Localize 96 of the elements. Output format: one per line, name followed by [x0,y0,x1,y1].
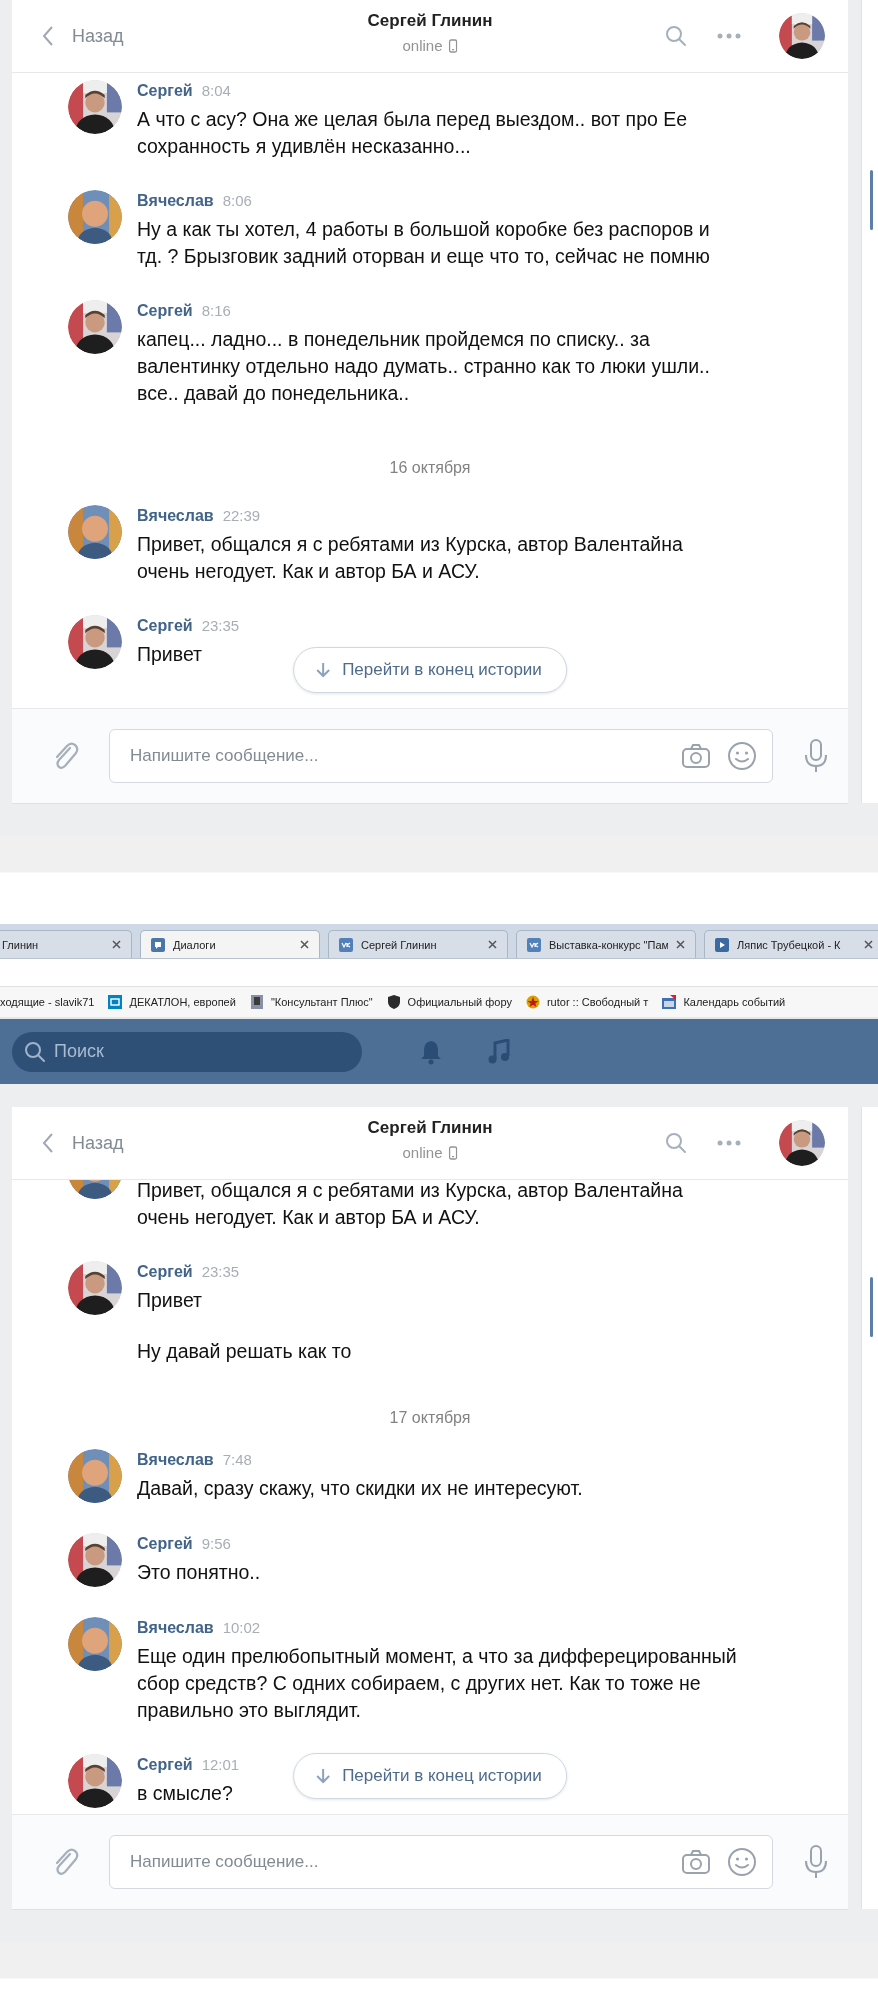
contact-name[interactable]: Сергей Глинин [367,11,493,31]
tab-title: Выставка-конкурс "Пам [549,938,668,951]
bookmark[interactable]: ДЕКАТЛОН, европей [108,995,236,1009]
more-icon[interactable] [717,1140,741,1146]
search-icon[interactable] [665,25,687,47]
microphone-icon[interactable] [803,738,829,774]
bookmark[interactable]: rutor :: Свободный т [525,995,649,1009]
bookmark[interactable]: ходящие - slavik71 [0,996,95,1008]
smiley-icon[interactable] [727,741,757,771]
message-text: Привет, общался я с ребятами из Курска, автор Валентайна очень негодует. Как и автор БА и АСУ. [137,532,684,584]
author-name[interactable]: Сергей [137,1756,193,1774]
message-input[interactable]: Напишите сообщение... [109,729,773,783]
author-name[interactable]: Вячеслав [137,1451,214,1469]
close-icon[interactable] [864,940,873,949]
message-text: капец... ладно... в понедельник пройдемся по списку.. за валентинку отдельно надо думать.. странно как то люки ушли.. все.. давай до понедельника.. [137,327,711,406]
browser-tab[interactable]: Диалоги [140,930,320,958]
close-icon[interactable] [112,940,121,949]
message-text: Давай, сразу скажу, что скидки их не интересуют. [137,1476,583,1501]
tab-title: Сергей Глинин [361,938,438,951]
bookmark-icon [249,995,264,1009]
date-divider: 17 октября [388,1408,472,1428]
message-time: 9:56 [201,1535,231,1552]
author-name[interactable]: Сергей [137,82,193,100]
message-text: Это понятно.. [137,1560,261,1585]
camera-icon[interactable] [681,743,711,769]
arrow-down-icon [316,1768,331,1784]
message-time: 8:04 [201,82,231,99]
search-icon [24,1040,46,1063]
message-time: 8:06 [222,192,252,209]
author-name[interactable]: Сергей [137,1535,193,1553]
microphone-icon[interactable] [803,1844,829,1880]
author-name[interactable]: Сергей [137,617,193,635]
scrollbar-thumb[interactable] [870,1277,873,1337]
message-time: 7:48 [222,1451,252,1468]
online-status: online [402,37,443,54]
message-time: 23:35 [201,1263,240,1280]
bookmark-icon [108,995,123,1009]
chevron-left-icon [42,25,54,47]
bookmark[interactable]: Официальный фору [386,995,512,1009]
bookmark[interactable]: Календарь событий [662,995,786,1009]
chevron-left-icon [42,1132,54,1154]
site-icon [715,937,729,952]
jump-to-end-button[interactable]: Перейти в конец истории [293,1753,567,1799]
message-input[interactable]: Напишите сообщение... [109,1835,773,1889]
author-name[interactable]: Вячеслав [137,1619,214,1637]
message-time: 23:35 [201,617,240,634]
message-time: 22:39 [222,507,261,524]
message-time: 10:02 [222,1619,261,1636]
message-text: А что с асу? Она же целая была перед выездом.. вот про Ее сохранность я удивлён несказанно... [137,107,689,159]
phone-icon [448,38,458,53]
site-icon [527,937,541,952]
tab-title: Диалоги [173,938,217,951]
bell-icon[interactable] [420,1038,442,1065]
arrow-down-icon [316,662,331,678]
message-text: в смысле? [137,1781,233,1806]
close-icon[interactable] [300,940,309,949]
message-text: Привет, общался я с ребятами из Курска, автор Валентайна очень негодует. Как и автор БА и АСУ. [137,1180,684,1230]
browser-tab[interactable]: Сергей Глинин [328,930,508,958]
message-text: Привет [137,1288,203,1313]
tab-title: Глинин [2,938,40,951]
phone-icon [448,1145,458,1160]
scrollbar-thumb[interactable] [870,170,873,230]
back-button[interactable]: Назад [34,1128,132,1158]
browser-tab[interactable]: Ляпис Трубецкой - К [704,930,878,958]
contact-name[interactable]: Сергей Глинин [367,1118,493,1138]
close-icon[interactable] [488,940,497,949]
site-icon [151,937,165,952]
site-icon [339,937,353,952]
author-name[interactable]: Сергей [137,302,193,320]
date-divider: 16 октября [388,458,472,478]
bookmark[interactable]: "Консультант Плюс" [249,995,373,1009]
message-text: Привет [137,642,203,667]
smiley-icon[interactable] [727,1847,757,1877]
author-name[interactable]: Сергей [137,1263,193,1281]
message-text: Ну а как ты хотел, 4 работы в большой коробке без распоров и тд. ? Брызговик задний оторван и еще что то, сейчас не помню [137,217,711,269]
author-name[interactable]: Вячеслав [137,507,214,525]
message-time: 12:01 [201,1756,240,1773]
bookmark-icon [386,995,401,1009]
camera-icon[interactable] [681,1849,711,1875]
jump-to-end-button[interactable]: Перейти в конец истории [293,647,567,693]
music-icon[interactable] [488,1038,510,1065]
close-icon[interactable] [676,940,685,949]
tab-title: Ляпис Трубецкой - К [737,938,842,951]
message-text: Ну давай решать как то [137,1339,352,1364]
online-status: online [402,1144,443,1161]
back-button[interactable]: Назад [34,21,132,51]
browser-tab[interactable]: Глинин [0,930,132,958]
search-field[interactable]: Поиск [12,1031,362,1072]
bookmark-icon [662,995,677,1009]
browser-tab[interactable]: Выставка-конкурс "Пам [516,930,696,958]
author-name[interactable]: Вячеслав [137,192,214,210]
search-icon[interactable] [665,1132,687,1154]
bookmark-icon [525,995,540,1009]
more-icon[interactable] [717,33,741,39]
message-text: Еще один прелюбопытный момент, а что за дифферецированный сбор средств? С одних собираем, с других нет. Как то тоже не правильно это выглядит. [137,1644,737,1723]
message-time: 8:16 [201,302,231,319]
